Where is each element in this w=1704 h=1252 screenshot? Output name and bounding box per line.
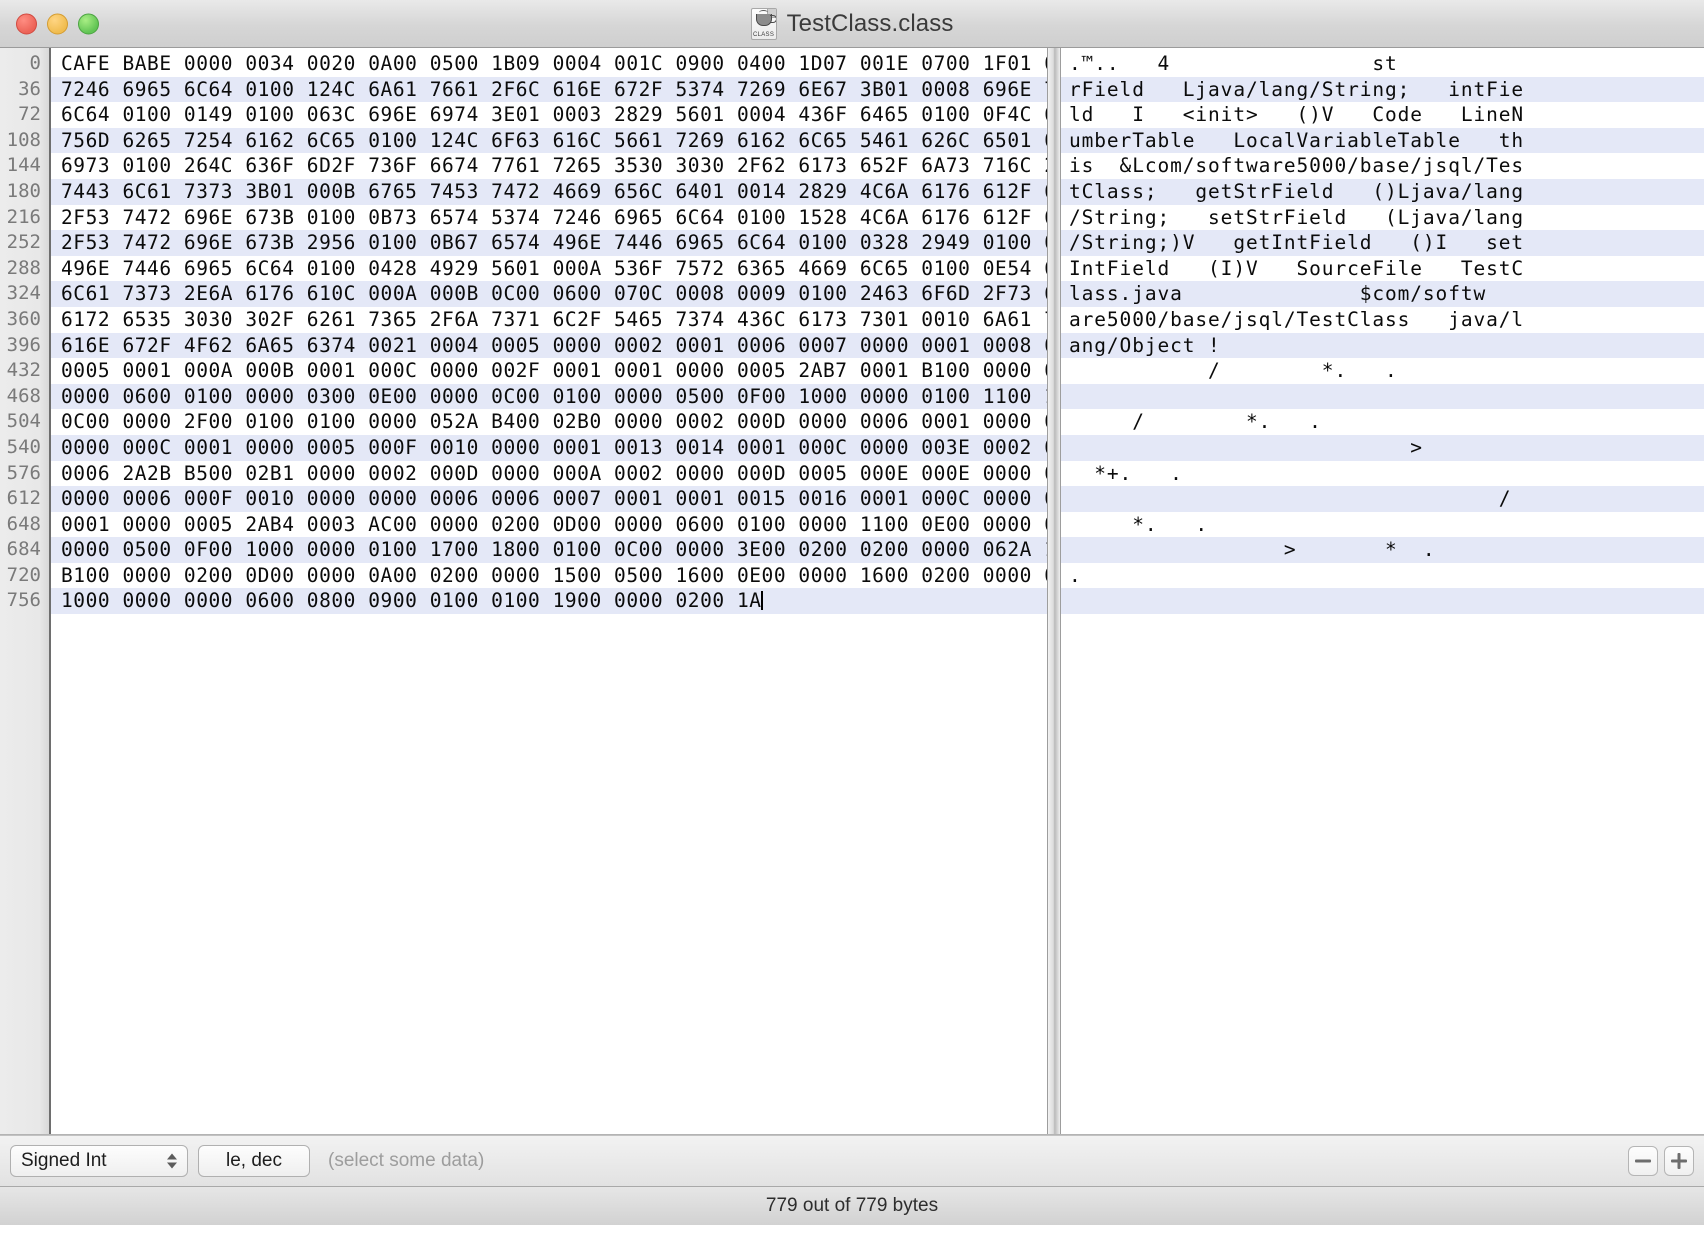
text-caret (760, 591, 763, 611)
hex-row[interactable]: CAFE BABE 0000 0034 0020 0A00 0500 1B09 … (51, 51, 1047, 77)
ascii-row[interactable]: > (1061, 434, 1704, 461)
hex-row[interactable]: 0000 000C 0001 0000 0005 000F 0010 0000 … (51, 434, 1047, 461)
hex-row[interactable]: 2F53 7472 696E 673B 2956 0100 0B67 6574 … (51, 230, 1047, 256)
ascii-row[interactable]: /String;)V getIntField ()I set (1061, 230, 1704, 256)
endianness-button[interactable]: le, dec (198, 1145, 310, 1177)
hex-row[interactable]: 756D 6265 7254 6162 6C65 0100 124C 6F63 … (51, 127, 1047, 154)
ascii-row[interactable]: lass.java $com/softw (1061, 281, 1704, 307)
offset-label: 288 (6, 256, 41, 279)
offset-label: 720 (6, 563, 41, 586)
offset-label: 504 (6, 410, 41, 433)
hex-row[interactable]: 1000 0000 0000 0600 0800 0900 0100 0100 … (51, 588, 1047, 615)
hex-editor-window: CLASS TestClass.class 0 36 72 108 144 180 216 2… (0, 0, 1704, 1252)
hex-row[interactable]: 0006 2A2B B500 02B1 0000 0002 000D 0000 … (51, 461, 1047, 487)
remove-row-button[interactable] (1628, 1146, 1658, 1176)
offset-label: 432 (6, 359, 41, 382)
hex-row[interactable]: 2F53 7472 696E 673B 0100 0B73 6574 5374 … (51, 205, 1047, 231)
chevron-updown-icon (167, 1153, 177, 1169)
window-title-group: CLASS TestClass.class (0, 7, 1704, 40)
offset-label: 576 (6, 461, 41, 484)
ascii-row[interactable]: tClass; getStrField ()Ljava/lang (1061, 178, 1704, 205)
inspector-row-controls (1628, 1146, 1694, 1176)
offset-label: 756 (6, 589, 41, 612)
hex-row[interactable]: 6C64 0100 0149 0100 063C 696E 6974 3E01 … (51, 102, 1047, 128)
hex-row[interactable]: 0000 0600 0100 0000 0300 0E00 0000 0C00 … (51, 383, 1047, 410)
traffic-light-group (16, 13, 99, 34)
hex-pane[interactable]: 0 36 72 108 144 180 216 252 288 324 360 396 432 468 50… (0, 48, 1047, 1134)
window-title: TestClass.class (786, 9, 954, 37)
offset-label: 144 (6, 154, 41, 177)
hex-row[interactable]: 7443 6C61 7373 3B01 000B 6765 7453 7472 … (51, 178, 1047, 205)
ascii-row[interactable] (1061, 383, 1704, 410)
offset-label: 360 (6, 307, 41, 330)
hex-row[interactable]: 0000 0500 0F00 1000 0000 0100 1700 1800 … (51, 537, 1047, 563)
hex-row[interactable]: 0C00 0000 2F00 0100 0100 0000 052A B400 … (51, 409, 1047, 435)
ascii-row[interactable]: umberTable LocalVariableTable th (1061, 127, 1704, 154)
hex-byte-grid[interactable]: CAFE BABE 0000 0034 0020 0A00 0500 1B09 … (51, 48, 1047, 1134)
byte-count-status: 779 out of 779 bytes (765, 1195, 939, 1216)
offset-label: 468 (6, 384, 41, 407)
close-button[interactable] (16, 13, 37, 34)
ascii-row[interactable]: is &Lcom/software5000/base/jsql/Tes (1061, 153, 1704, 179)
hex-row[interactable]: 0005 0001 000A 000B 0001 000C 0000 002F … (51, 358, 1047, 384)
ascii-row[interactable]: *+. . (1061, 461, 1704, 487)
ascii-row[interactable]: IntField (I)V SourceFile TestC (1061, 256, 1704, 282)
pane-divider[interactable] (1047, 48, 1061, 1134)
ascii-row[interactable]: / *. . (1061, 358, 1704, 384)
ascii-row[interactable]: > * . (1061, 537, 1704, 563)
ascii-row[interactable]: ang/Object ! (1061, 332, 1704, 359)
offset-label: 684 (6, 538, 41, 561)
ascii-pane[interactable]: .™.. 4 st rField Ljava/lang/String; intFi… (1061, 48, 1704, 1134)
hex-row[interactable]: 0001 0000 0005 2AB4 0003 AC00 0000 0200 … (51, 512, 1047, 538)
ascii-row[interactable]: /String; setStrField (Ljava/lang (1061, 205, 1704, 231)
ascii-row[interactable]: .™.. 4 st (1061, 51, 1704, 77)
offset-label: 180 (6, 179, 41, 202)
add-row-button[interactable] (1664, 1146, 1694, 1176)
offset-label: 648 (6, 512, 41, 535)
hex-row[interactable]: B100 0000 0200 0D00 0000 0A00 0200 0000 … (51, 563, 1047, 589)
offset-label: 612 (6, 487, 41, 510)
hex-editor-area: 0 36 72 108 144 180 216 252 288 324 360 396 432 468 50… (0, 48, 1704, 1135)
java-class-file-icon: CLASS (750, 7, 777, 40)
steam-icon (758, 9, 768, 15)
data-type-select[interactable]: Signed Int (10, 1145, 188, 1177)
zoom-button[interactable] (78, 13, 99, 34)
offset-label: 216 (6, 205, 41, 228)
offset-gutter: 0 36 72 108 144 180 216 252 288 324 360 396 432 468 50… (0, 48, 51, 1134)
endianness-value: le, dec (226, 1150, 282, 1171)
hex-row[interactable]: 6973 0100 264C 636F 6D2F 736F 6674 7761 … (51, 153, 1047, 179)
offset-label: 72 (18, 103, 41, 126)
hex-row[interactable]: 6C61 7373 2E6A 6176 610C 000A 000B 0C00 … (51, 281, 1047, 307)
offset-label: 36 (18, 77, 41, 100)
coffee-cup-icon (755, 13, 776, 26)
offset-label: 324 (6, 282, 41, 305)
hex-row[interactable]: 6172 6535 3030 302F 6261 7365 2F6A 7371 … (51, 307, 1047, 333)
offset-label: 396 (6, 333, 41, 356)
offset-label: 540 (6, 435, 41, 458)
inspector-placeholder-text: (select some data) (328, 1150, 485, 1171)
ascii-row[interactable] (1061, 588, 1704, 615)
ascii-row[interactable]: / (1061, 486, 1704, 512)
data-inspector-bar: Signed Int le, dec (select some data) (0, 1135, 1704, 1187)
ascii-row[interactable]: are5000/base/jsql/TestClass java/l (1061, 307, 1704, 333)
ascii-row[interactable]: rField Ljava/lang/String; intFie (1061, 76, 1704, 103)
data-type-value: Signed Int (21, 1150, 107, 1171)
offset-label: 108 (6, 128, 41, 151)
offset-label: 252 (6, 231, 41, 254)
ascii-row[interactable]: / *. . (1061, 409, 1704, 435)
hex-row[interactable]: 0000 0006 000F 0010 0000 0000 0006 0006 … (51, 486, 1047, 512)
ascii-row[interactable]: . (1061, 563, 1704, 589)
hex-row[interactable]: 616E 672F 4F62 6A65 6374 0021 0004 0005 … (51, 332, 1047, 359)
hex-row[interactable]: 7246 6965 6C64 0100 124C 6A61 7661 2F6C … (51, 76, 1047, 103)
minus-icon (1635, 1159, 1651, 1163)
plus-icon-vertical (1677, 1153, 1681, 1169)
offset-label: 0 (29, 52, 41, 74)
ascii-row[interactable]: *. . (1061, 512, 1704, 538)
minimize-button[interactable] (47, 13, 68, 34)
ascii-row[interactable]: ld I <init> ()V Code LineN (1061, 102, 1704, 128)
hex-row[interactable]: 496E 7446 6965 6C64 0100 0428 4929 5601 … (51, 256, 1047, 282)
status-bar: 779 out of 779 bytes (0, 1187, 1704, 1225)
window-titlebar: CLASS TestClass.class (0, 0, 1704, 48)
class-badge-label: CLASS (752, 31, 775, 38)
